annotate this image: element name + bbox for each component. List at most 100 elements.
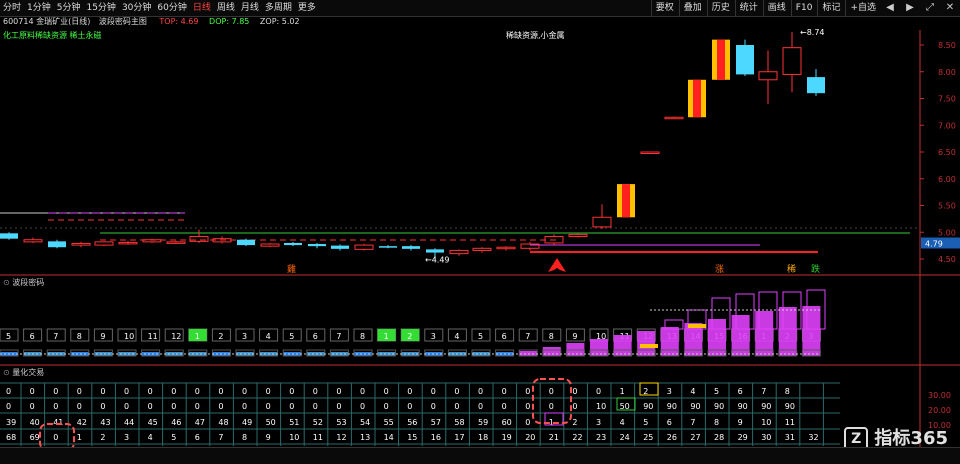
quant-cell: 40 xyxy=(30,418,40,427)
down-candle xyxy=(807,77,825,94)
up-candle xyxy=(94,241,114,246)
quant-cell: 0 xyxy=(242,387,247,396)
quant-cell: 0 xyxy=(171,387,176,396)
up-candle xyxy=(449,249,469,255)
down-candle xyxy=(237,239,255,246)
up-candle xyxy=(260,243,280,247)
chart-canvas[interactable]: 8.50 8.00 7.50 7.00 6.50 6.00 5.50 5.00 4.50 4.79… xyxy=(0,0,960,463)
quant-cell: 1 xyxy=(620,387,625,396)
quant-cell: 58 xyxy=(454,418,464,427)
count-label: 6 xyxy=(30,332,35,341)
pane2-gear-icon[interactable]: ⊙ xyxy=(3,278,10,287)
quant-cell: 57 xyxy=(431,418,441,427)
pane3-gear-icon[interactable]: ⊙ xyxy=(3,368,10,377)
current-price-label: 4.79 xyxy=(925,239,943,248)
down-candle xyxy=(48,241,66,248)
quant-cell: 0 xyxy=(53,387,58,396)
y-tick-label: 8.00 xyxy=(938,68,956,77)
quant-cell: 55 xyxy=(384,418,394,427)
quant-cell: 0 xyxy=(525,387,530,396)
wave-bar xyxy=(542,347,561,356)
quant-cell: 2 xyxy=(100,433,105,442)
quant-cell: 49 xyxy=(242,418,252,427)
up-candle xyxy=(592,216,612,228)
quant-cell: 19 xyxy=(502,433,512,442)
quant-cell: 3 xyxy=(596,418,601,427)
quant-cell: 0 xyxy=(100,402,105,411)
quant-cell: 0 xyxy=(502,387,507,396)
up-candle xyxy=(664,116,684,120)
quant-cell: 51 xyxy=(289,418,299,427)
pane2-title: ⊙ 波段密码 xyxy=(3,277,44,288)
buy-arrow-icon xyxy=(548,258,566,272)
quant-cell: 0 xyxy=(360,387,365,396)
gold-candle-core xyxy=(622,184,630,218)
quant-cell: 1 xyxy=(77,433,82,442)
quant-cell: 0 xyxy=(525,418,530,427)
up-candle xyxy=(640,151,660,154)
quant-cell: 6 xyxy=(667,418,672,427)
pane3-title: ⊙ 量化交易 xyxy=(3,367,44,378)
wave-bar xyxy=(637,331,656,356)
quant-cell: 90 xyxy=(738,402,748,411)
count-label: 8 xyxy=(360,332,365,341)
count-label: 7 xyxy=(53,332,58,341)
pane3-y-tick: 20.00 xyxy=(928,406,951,415)
up-candle xyxy=(496,246,516,250)
quant-cell: 0 xyxy=(289,387,294,396)
quant-cell: 8 xyxy=(785,387,790,396)
down-candle xyxy=(331,245,349,249)
up-candle xyxy=(472,247,492,251)
down-candle xyxy=(308,244,326,247)
wave-bar xyxy=(660,327,679,356)
quant-cell: 13 xyxy=(360,433,370,442)
quant-cell: 0 xyxy=(124,387,129,396)
quant-cell: 90 xyxy=(690,402,700,411)
quant-cell: 0 xyxy=(313,402,318,411)
quant-cell: 7 xyxy=(690,418,695,427)
quant-cell: 0 xyxy=(124,402,129,411)
quant-cell: 0 xyxy=(549,402,554,411)
quant-cell: 0 xyxy=(407,387,412,396)
count-label: 1 xyxy=(384,332,389,341)
count-label: 2 xyxy=(407,332,412,341)
logo-text: 指标365 xyxy=(874,428,948,449)
quant-cell: 42 xyxy=(77,418,87,427)
quant-cell: 0 xyxy=(266,402,271,411)
signal-marker: 涨 xyxy=(715,264,724,275)
quant-cell: 0 xyxy=(478,387,483,396)
quant-cell: 30 xyxy=(761,433,771,442)
pane2-title-text: 波段密码 xyxy=(12,278,45,287)
up-candle xyxy=(166,241,186,244)
quant-cell: 54 xyxy=(360,418,370,427)
quant-cell: 5 xyxy=(171,433,176,442)
quant-cell: 24 xyxy=(620,433,630,442)
quant-cell: 0 xyxy=(242,402,247,411)
quant-cell: 0 xyxy=(454,387,459,396)
quant-cell: 6 xyxy=(738,387,743,396)
quant-cell: 12 xyxy=(336,433,346,442)
count-label: 12 xyxy=(171,332,181,341)
quant-cell: 0 xyxy=(336,387,341,396)
count-label: 9 xyxy=(572,332,577,341)
quant-cell: 0 xyxy=(30,402,35,411)
count-label: 11 xyxy=(148,332,158,341)
quant-cell: 20 xyxy=(525,433,535,442)
quant-cell: 90 xyxy=(714,402,724,411)
quant-cell: 0 xyxy=(148,387,153,396)
count-label: 8 xyxy=(549,332,554,341)
quant-cell: 28 xyxy=(714,433,724,442)
up-candle xyxy=(71,242,91,246)
quant-cell: 16 xyxy=(431,433,441,442)
quant-cell: 0 xyxy=(384,387,389,396)
quant-cell: 0 xyxy=(148,402,153,411)
count-label: 2 xyxy=(218,332,223,341)
up-candle xyxy=(568,233,588,238)
quant-cell: 39 xyxy=(6,418,16,427)
quant-cell: 5 xyxy=(714,387,719,396)
y-tick-label: 5.50 xyxy=(938,202,956,211)
quant-cell: 56 xyxy=(407,418,417,427)
count-label: 6 xyxy=(502,332,507,341)
quant-cell: 0 xyxy=(407,402,412,411)
y-tick-label: 7.00 xyxy=(938,121,956,130)
